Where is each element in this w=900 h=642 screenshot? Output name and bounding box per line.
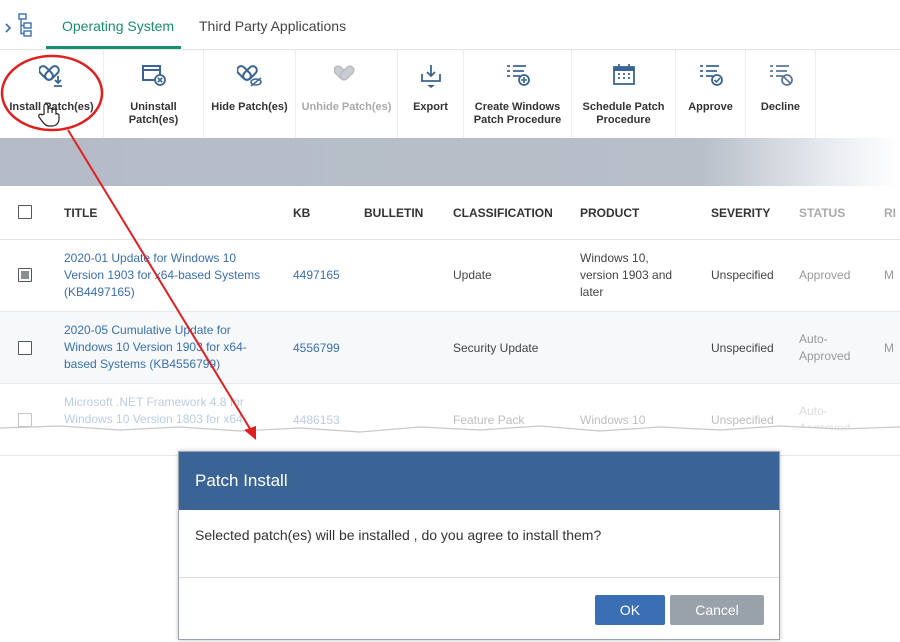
schedule-label-line1: Schedule Patch bbox=[582, 101, 665, 113]
uninstall-patches-button[interactable]: Uninstall Patch(es) bbox=[104, 50, 204, 138]
install-patch-icon bbox=[38, 65, 62, 87]
calendar-icon bbox=[612, 64, 635, 85]
uninstall-patch-icon bbox=[141, 65, 166, 86]
hide-patch-icon bbox=[236, 65, 262, 87]
status-line: Auto- bbox=[799, 332, 828, 346]
hide-patches-button[interactable]: Hide Patch(es) bbox=[204, 50, 296, 138]
export-icon bbox=[420, 65, 441, 88]
tab-third-party-applications[interactable]: Third Party Applications bbox=[199, 18, 346, 34]
approve-icon bbox=[699, 65, 723, 86]
title-line: based Systems (KB4556799) bbox=[64, 357, 221, 371]
kb-link[interactable]: 4556799 bbox=[293, 340, 340, 357]
col-bulletin[interactable]: BULLETIN bbox=[364, 206, 423, 220]
patch-title-link[interactable]: 2020-01 Update for Windows 10 Version 19… bbox=[64, 250, 260, 301]
install-patches-label: Install Patch(es) bbox=[9, 101, 94, 113]
tab-operating-system[interactable]: Operating System bbox=[62, 18, 174, 34]
approve-label: Approve bbox=[688, 101, 733, 113]
kb-link[interactable]: 4497165 bbox=[293, 267, 340, 284]
cut-off-cell: M bbox=[884, 268, 894, 282]
col-status[interactable]: STATUS bbox=[799, 206, 845, 220]
unhide-patches-label: Unhide Patch(es) bbox=[301, 101, 392, 113]
dialog-title: Patch Install bbox=[179, 452, 779, 510]
product-line: Windows 10, bbox=[580, 251, 649, 265]
unhide-patch-icon bbox=[333, 65, 355, 81]
title-line: (KB4497165) bbox=[64, 285, 135, 299]
unhide-patches-button[interactable]: Unhide Patch(es) bbox=[296, 50, 398, 138]
table-row[interactable]: 2020-01 Update for Windows 10 Version 19… bbox=[0, 240, 900, 312]
patch-install-dialog: Patch Install Selected patch(es) will be… bbox=[178, 451, 780, 640]
cancel-button[interactable]: Cancel bbox=[670, 595, 764, 625]
uninstall-label-line2: Patch(es) bbox=[128, 114, 179, 126]
col-product[interactable]: PRODUCT bbox=[580, 206, 639, 220]
export-button[interactable]: Export bbox=[398, 50, 464, 138]
active-tab-indicator bbox=[46, 46, 181, 49]
patch-title-link[interactable]: 2020-05 Cumulative Update for Windows 10… bbox=[64, 322, 247, 373]
product-line: later bbox=[580, 285, 604, 299]
schedule-label-line2: Procedure bbox=[596, 114, 651, 126]
torn-edge bbox=[0, 425, 900, 450]
tab-bar: Operating System Third Party Application… bbox=[0, 0, 900, 50]
status-cell: Auto- Approved bbox=[799, 331, 850, 365]
uninstall-label-line1: Uninstall bbox=[130, 101, 177, 113]
filter-band bbox=[0, 138, 900, 186]
title-line: 2020-01 Update for Windows 10 bbox=[64, 251, 237, 265]
create-procedure-label-line1: Create Windows bbox=[474, 101, 561, 113]
product-cell: Windows 10, version 1903 and later bbox=[580, 250, 672, 301]
title-line: 2020-05 Cumulative Update for bbox=[64, 323, 231, 337]
decline-button[interactable]: Decline bbox=[746, 50, 816, 138]
hide-patches-label: Hide Patch(es) bbox=[211, 101, 288, 113]
select-all-checkbox[interactable] bbox=[18, 205, 32, 219]
product-line: version 1903 and bbox=[580, 268, 673, 282]
classification-cell: Security Update bbox=[453, 341, 539, 355]
severity-cell: Unspecified bbox=[711, 268, 774, 282]
create-procedure-label-line2: Patch Procedure bbox=[473, 114, 562, 126]
approve-button[interactable]: Approve bbox=[676, 50, 746, 138]
dialog-message: Selected patch(es) will be installed , d… bbox=[179, 510, 779, 578]
title-line: Version 1903 for x64-based Systems bbox=[64, 268, 261, 282]
toolbar: Install Patch(es) Uninstall Patch(es) Hi… bbox=[0, 50, 900, 138]
cut-off-cell: M bbox=[884, 341, 894, 355]
row-checkbox[interactable] bbox=[18, 341, 32, 355]
row-checkbox[interactable] bbox=[18, 268, 32, 282]
export-label: Export bbox=[413, 101, 448, 113]
ok-button[interactable]: OK bbox=[595, 595, 665, 625]
decline-icon bbox=[769, 65, 793, 86]
col-severity[interactable]: SEVERITY bbox=[711, 206, 770, 220]
install-patches-button[interactable]: Install Patch(es) bbox=[0, 50, 104, 138]
severity-cell: Unspecified bbox=[711, 341, 774, 355]
col-kb[interactable]: KB bbox=[293, 206, 310, 220]
title-line: Microsoft .NET Framework 4.8 for bbox=[64, 395, 244, 409]
classification-cell: Update bbox=[453, 268, 492, 282]
col-classification[interactable]: CLASSIFICATION bbox=[453, 206, 553, 220]
col-title[interactable]: TITLE bbox=[64, 206, 97, 220]
table-row[interactable]: 2020-05 Cumulative Update for Windows 10… bbox=[0, 312, 900, 384]
create-windows-patch-procedure-button[interactable]: Create Windows Patch Procedure bbox=[464, 50, 572, 138]
tree-toggle-icon[interactable] bbox=[4, 12, 34, 38]
table-header: TITLE KB BULLETIN CLASSIFICATION PRODUCT… bbox=[0, 186, 900, 240]
create-procedure-icon bbox=[506, 65, 530, 86]
col-cut-off[interactable]: RI bbox=[884, 206, 896, 220]
decline-label: Decline bbox=[760, 101, 801, 113]
status-line: Approved bbox=[799, 349, 851, 363]
title-line: Windows 10 Version 1903 for x64- bbox=[64, 340, 247, 354]
schedule-patch-procedure-button[interactable]: Schedule Patch Procedure bbox=[572, 50, 676, 138]
status-cell: Approved bbox=[799, 268, 851, 282]
